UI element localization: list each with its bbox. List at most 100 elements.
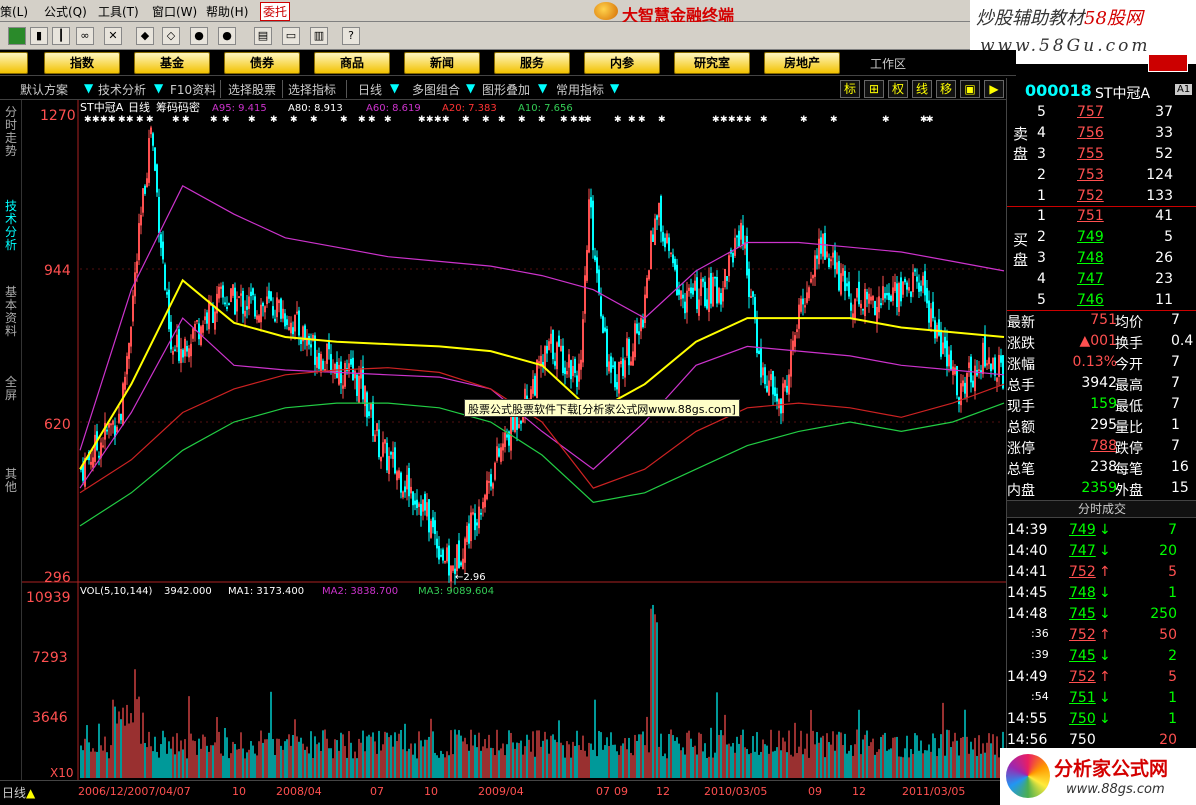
chart-area[interactable]: ✱ ✱ ✱ ✱ ✱ ✱ ✱ ✱ ✱ ✱ ✱ ✱ ✱ ✱ ✱ ✱ ✱ ✱ ✱ ✱ ✱ ✱ ✱ ✱ ✱ ✱ ✱ ✱ ✱ ✱ ✱ ✱✱ ✱ ✱ ✱ ✱ ✱ ✱ ✱… [22, 100, 1006, 780]
tab-index[interactable]: 指数 [44, 52, 120, 74]
volume-bar [488, 734, 490, 778]
document-icon[interactable]: ▤ [254, 27, 272, 45]
date-tick: 09 [614, 785, 628, 798]
tab-commodity[interactable]: 商品 [314, 52, 390, 74]
candle-icon[interactable]: ┃ [52, 27, 70, 45]
tab-technical[interactable]: 技术分析 [3, 200, 19, 252]
tab-fundamental[interactable]: 基本资料 [3, 286, 19, 338]
menu-window[interactable]: 窗口(W) [152, 3, 197, 20]
volume-bar [160, 744, 162, 778]
dropdown-arrow-icon[interactable]: ▼ [610, 81, 619, 95]
volume-bar [520, 740, 522, 778]
stat-row: 现手 159 最低 7 [1007, 396, 1196, 417]
volume-bar [376, 753, 378, 778]
volume-bar [804, 748, 806, 778]
menu-help[interactable]: 帮助(H) [206, 3, 248, 20]
window-control-button[interactable] [1148, 54, 1188, 72]
candle-body [738, 230, 741, 247]
volume-bar [940, 734, 942, 778]
volume-bar [738, 743, 740, 778]
select-indicator[interactable]: 选择指标 [288, 81, 336, 98]
dropdown-arrow-icon[interactable]: ▼ [466, 81, 475, 95]
stat-key: 换手 [1115, 336, 1143, 352]
level-index: 4 [1037, 125, 1046, 141]
tab-service[interactable]: 服务 [494, 52, 570, 74]
tab-news[interactable]: 新闻 [404, 52, 480, 74]
candle-body [838, 261, 841, 291]
flag-icon[interactable] [8, 27, 26, 45]
overlay-chart[interactable]: 图形叠加 [482, 81, 530, 98]
volume-bar [88, 742, 90, 778]
dropdown-arrow-icon[interactable]: ▼ [154, 81, 163, 95]
volume-bar [192, 740, 194, 778]
volume-bar [546, 739, 548, 778]
period-daily[interactable]: 日线 [358, 81, 382, 98]
bar-chart-icon[interactable]: ▮ [30, 27, 48, 45]
multi-chart[interactable]: 多图组合 [412, 81, 460, 98]
star-mark-icon: ✱ [248, 115, 256, 125]
dropdown-arrow-icon[interactable]: ▼ [390, 81, 399, 95]
tab-realestate[interactable]: 房地产 [764, 52, 840, 74]
books-icon[interactable]: ▥ [310, 27, 328, 45]
grid-button[interactable]: ⊞ [864, 80, 884, 98]
tab-insider[interactable]: 内参 [584, 52, 660, 74]
volume-bar [492, 748, 494, 778]
line-button[interactable]: 线 [912, 80, 932, 98]
menu-formula[interactable]: 公式(Q) [44, 3, 87, 20]
window-button[interactable]: ▣ [960, 80, 980, 98]
common-indicators[interactable]: 常用指标 [556, 81, 604, 98]
volume-bar [80, 745, 82, 778]
tab-stock[interactable]: 股 [0, 52, 28, 74]
date-tick: 10 [424, 785, 438, 798]
blue-circle-icon[interactable]: ● [218, 27, 236, 45]
tab-fund[interactable]: 基金 [134, 52, 210, 74]
tick-price: 750 [1069, 732, 1096, 748]
dropdown-arrow-icon[interactable]: ▼ [538, 81, 547, 95]
volume-bar [506, 744, 508, 778]
volume-bar [202, 734, 204, 778]
tick-price: 751 [1069, 690, 1096, 706]
volume-bar [422, 746, 424, 778]
red-circle-icon[interactable]: ● [190, 27, 208, 45]
move-button[interactable]: 移 [936, 80, 956, 98]
volume-bar [750, 753, 752, 778]
status-period[interactable]: 日线▲ [2, 784, 35, 801]
default-scheme[interactable]: 默认方案 [20, 81, 68, 98]
menu-tools[interactable]: 工具(T) [98, 3, 139, 20]
next-button[interactable]: ▶ [984, 80, 1004, 98]
tab-bond[interactable]: 债券 [224, 52, 300, 74]
workzone-label[interactable]: 工作区 [870, 55, 906, 72]
tab-research[interactable]: 研究室 [674, 52, 750, 74]
candle-body [439, 554, 442, 557]
window-icon[interactable]: ▭ [282, 27, 300, 45]
diamond-icon[interactable]: ◇ [162, 27, 180, 45]
volume-bar [740, 735, 742, 778]
select-stock[interactable]: 选择股票 [228, 81, 276, 98]
volume-bar [574, 745, 576, 778]
volume-bar [430, 718, 432, 778]
binocular-icon[interactable]: ∞ [76, 27, 94, 45]
rights-button[interactable]: 权 [888, 80, 908, 98]
dropdown-arrow-icon[interactable]: ▼ [84, 81, 93, 95]
tab-intraday[interactable]: 分时走势 [3, 106, 19, 158]
volume-bar [798, 746, 800, 778]
tech-analysis[interactable]: 技术分析 [98, 81, 146, 98]
menu-trade[interactable]: 委托 [260, 2, 291, 21]
tab-other[interactable]: 其他 [3, 468, 19, 494]
mark-button[interactable]: 标 [840, 80, 860, 98]
level-index: 4 [1037, 271, 1046, 287]
stop-icon[interactable]: ◆ [136, 27, 154, 45]
candle-body [612, 365, 615, 368]
volume-bar [538, 730, 540, 778]
stat-key: 每笔 [1115, 462, 1143, 478]
star-mark-icon: ✱ [538, 115, 546, 125]
chart-indicator: 筹码码密 [156, 100, 200, 114]
tab-fullscreen[interactable]: 全屏 [3, 376, 19, 402]
menu-policy[interactable]: 策(L) [0, 3, 28, 20]
help-icon[interactable]: ? [342, 27, 360, 45]
volume-bar [662, 756, 664, 778]
star-mark-icon: ✱ [270, 115, 278, 125]
cross-icon[interactable]: ✕ [104, 27, 122, 45]
volume-bar [94, 751, 96, 778]
f10-info[interactable]: F10资料 [170, 81, 216, 98]
